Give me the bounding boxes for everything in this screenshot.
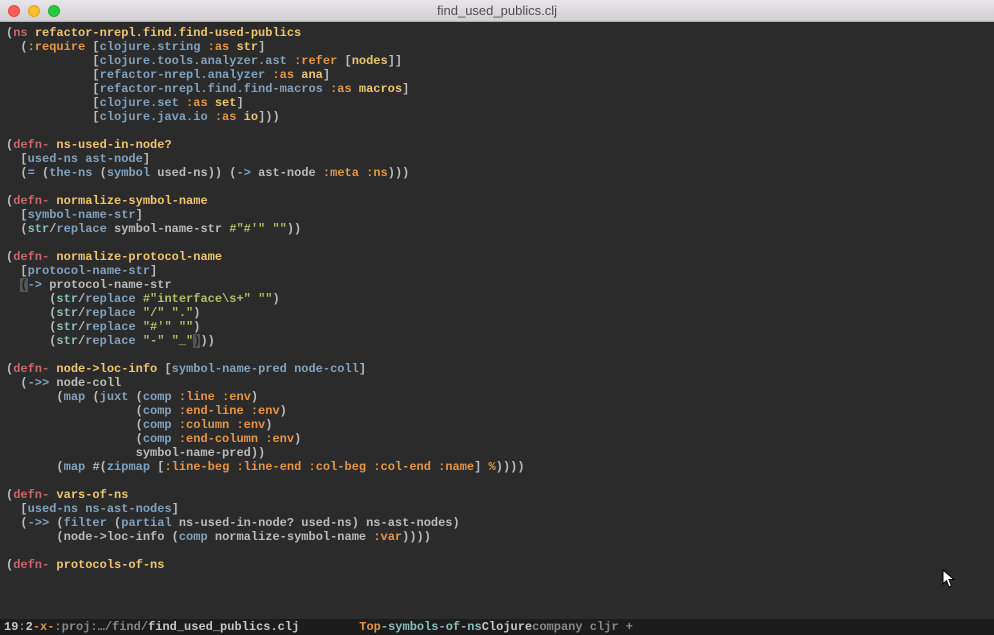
code-line[interactable]: (str/replace "#'" "") xyxy=(6,320,988,334)
code-line[interactable]: (map (juxt (comp :line :env) xyxy=(6,390,988,404)
modeline-flags: -x- xyxy=(33,620,55,634)
code-line[interactable] xyxy=(6,348,988,362)
code-line[interactable]: (comp :column :env) xyxy=(6,418,988,432)
code-line[interactable]: (str/replace "-" "_"))) xyxy=(6,334,988,348)
code-line[interactable]: [clojure.java.io :as io])) xyxy=(6,110,988,124)
modeline-position: Top xyxy=(359,620,381,634)
code-line[interactable]: (comp :end-column :env) xyxy=(6,432,988,446)
code-line[interactable] xyxy=(6,236,988,250)
window-title: find_used_publics.clj xyxy=(0,4,994,18)
code-line[interactable] xyxy=(6,180,988,194)
code-line[interactable]: (-> protocol-name-str xyxy=(6,278,988,292)
code-line[interactable]: (defn- protocols-of-ns xyxy=(6,558,988,572)
code-line[interactable]: [refactor-nrepl.find.find-macros :as mac… xyxy=(6,82,988,96)
code-editor[interactable]: (ns refactor-nrepl.find.find-used-public… xyxy=(0,22,994,617)
code-line[interactable]: [refactor-nrepl.analyzer :as ana] xyxy=(6,68,988,82)
code-line[interactable]: (str/replace #"interface\s+" "") xyxy=(6,292,988,306)
window-titlebar: find_used_publics.clj xyxy=(0,0,994,22)
code-line[interactable]: (defn- vars-of-ns xyxy=(6,488,988,502)
code-line[interactable]: [clojure.set :as set] xyxy=(6,96,988,110)
code-line[interactable]: (map #(zipmap [:line-beg :line-end :col-… xyxy=(6,460,988,474)
mode-line: 19: 2 -x- :proj:…/find/ find_used_public… xyxy=(0,619,994,635)
code-line[interactable]: (defn- node->loc-info [symbol-name-pred … xyxy=(6,362,988,376)
modeline-major-mode: Clojure xyxy=(482,620,532,634)
code-line[interactable]: (defn- ns-used-in-node? xyxy=(6,138,988,152)
code-line[interactable]: (str/replace "/" ".") xyxy=(6,306,988,320)
code-line[interactable] xyxy=(6,544,988,558)
code-line[interactable]: (ns refactor-nrepl.find.find-used-public… xyxy=(6,26,988,40)
code-line[interactable]: (defn- normalize-protocol-name xyxy=(6,250,988,264)
code-line[interactable]: (= (the-ns (symbol used-ns)) (-> ast-nod… xyxy=(6,166,988,180)
code-line[interactable]: (:require [clojure.string :as str] xyxy=(6,40,988,54)
code-line[interactable]: [symbol-name-str] xyxy=(6,208,988,222)
code-line[interactable]: (comp :end-line :env) xyxy=(6,404,988,418)
modeline-minor-modes: company cljr + xyxy=(532,620,633,634)
modeline-filename: find_used_publics.clj xyxy=(148,620,299,634)
code-line[interactable]: symbol-name-pred)) xyxy=(6,446,988,460)
modeline-symbol: -symbols-of-ns xyxy=(381,620,482,634)
code-line[interactable]: (node->loc-info (comp normalize-symbol-n… xyxy=(6,530,988,544)
code-line[interactable]: [clojure.tools.analyzer.ast :refer [node… xyxy=(6,54,988,68)
code-line[interactable] xyxy=(6,124,988,138)
code-line[interactable]: (->> node-coll xyxy=(6,376,988,390)
code-line[interactable]: (str/replace symbol-name-str #"#'" "")) xyxy=(6,222,988,236)
code-line[interactable]: (defn- normalize-symbol-name xyxy=(6,194,988,208)
modeline-col: 2 xyxy=(26,620,33,634)
code-line[interactable] xyxy=(6,474,988,488)
code-line[interactable]: [used-ns ns-ast-nodes] xyxy=(6,502,988,516)
code-line[interactable]: [used-ns ast-node] xyxy=(6,152,988,166)
code-line[interactable]: (->> (filter (partial ns-used-in-node? u… xyxy=(6,516,988,530)
modeline-path-prefix: :proj:…/find/ xyxy=(54,620,148,634)
code-line[interactable]: [protocol-name-str] xyxy=(6,264,988,278)
modeline-line: 19 xyxy=(4,620,18,634)
